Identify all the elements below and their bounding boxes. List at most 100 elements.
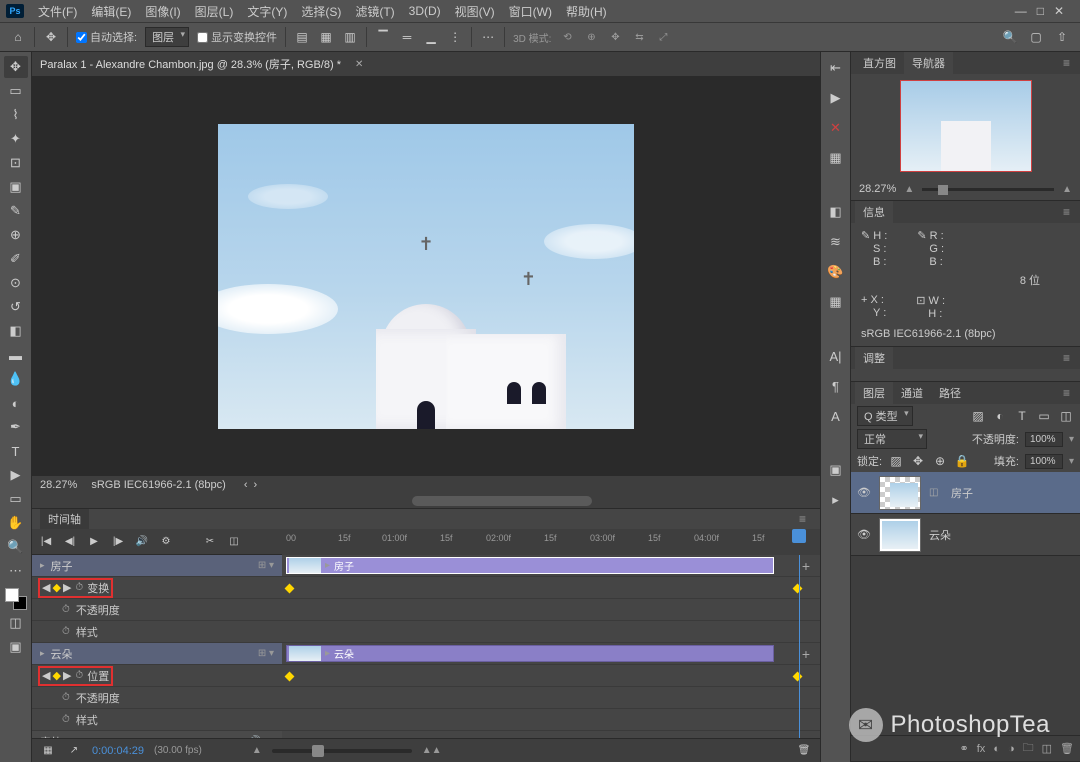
tab-info[interactable]: 信息 [855, 201, 893, 223]
scale-icon[interactable]: ⤢ [655, 29, 671, 45]
close-button[interactable]: ✕ [1054, 4, 1064, 18]
crop-tool[interactable]: ⊡ [4, 152, 28, 174]
audio-icon[interactable]: 🔊 [134, 534, 150, 550]
next-frame-icon[interactable]: |▶ [110, 534, 126, 550]
menu-type[interactable]: 文字(Y) [241, 1, 293, 22]
panel-menu-icon[interactable]: ≡ [1057, 386, 1076, 400]
lock-artboard-icon[interactable]: ⊕ [932, 453, 948, 469]
lock-all-icon[interactable]: 🔒 [954, 453, 970, 469]
tab-histogram[interactable]: 直方图 [855, 52, 904, 74]
timecode[interactable]: 0:00:04:29 [92, 745, 144, 757]
zoom-tool[interactable]: 🔍 [4, 536, 28, 558]
shape-tool[interactable]: ▭ [4, 488, 28, 510]
timeline-menu-icon[interactable]: ≡ [793, 512, 812, 526]
filter-adjust-icon[interactable]: ◐ [992, 408, 1008, 424]
panel-menu-icon[interactable]: ≡ [1057, 56, 1076, 70]
type-tool[interactable]: T [4, 440, 28, 462]
convert-icon[interactable]: ▦ [40, 743, 56, 759]
paragraph-icon[interactable]: ¶ [826, 376, 846, 396]
actions-icon[interactable]: ▸ [826, 490, 846, 510]
blur-tool[interactable]: 💧 [4, 368, 28, 390]
color-swatch[interactable] [5, 588, 27, 610]
marquee-tool[interactable]: ▭ [4, 80, 28, 102]
slide-icon[interactable]: ⇆ [631, 29, 647, 45]
history-brush-tool[interactable]: ↺ [4, 296, 28, 318]
workspace-icon[interactable]: ▢ [1028, 29, 1044, 45]
play-icon[interactable]: ▶ [86, 534, 102, 550]
layer-name[interactable]: 云朵 [929, 527, 951, 543]
playhead[interactable] [792, 529, 806, 543]
adjustments-icon[interactable]: ◧ [826, 202, 846, 222]
auto-select-dropdown[interactable]: 图层 [145, 27, 189, 47]
trash-icon[interactable]: 🗑 [796, 743, 812, 759]
zoom-in-icon[interactable]: ▲▲ [422, 745, 442, 756]
toolbar-more[interactable]: ⋯ [4, 560, 28, 582]
gradient-tool[interactable]: ▬ [4, 344, 28, 366]
menu-help[interactable]: 帮助(H) [560, 1, 613, 22]
lock-position-icon[interactable]: ✥ [910, 453, 926, 469]
h-scrollbar[interactable] [32, 494, 820, 508]
frame-tool[interactable]: ▣ [4, 176, 28, 198]
tab-layers[interactable]: 图层 [855, 382, 893, 404]
clip[interactable]: ▸房子 [286, 557, 774, 574]
tab-close-icon[interactable]: ✕ [355, 59, 363, 70]
align-left-icon[interactable]: ▤ [294, 29, 310, 45]
timeline-prop-opacity[interactable]: ⏱不透明度 [32, 599, 282, 620]
swatches-icon[interactable]: ▦ [826, 292, 846, 312]
path-select-tool[interactable]: ▶ [4, 464, 28, 486]
layer-mask-icon[interactable]: ◫ [929, 487, 943, 498]
minimize-button[interactable]: — [1015, 4, 1027, 18]
visibility-icon[interactable]: 👁 [857, 486, 871, 499]
render-icon[interactable]: ↗ [66, 743, 82, 759]
menu-view[interactable]: 视图(V) [449, 1, 501, 22]
filter-type-icon[interactable]: T [1014, 408, 1030, 424]
timeline-layer[interactable]: ▸云朵⊞ ▾ [32, 643, 282, 664]
nav-zoom-value[interactable]: 28.27% [859, 183, 896, 195]
opacity-input[interactable] [1025, 432, 1063, 447]
timeline-zoom-slider[interactable] [272, 749, 412, 753]
new-layer-icon[interactable]: ◫ [1042, 742, 1052, 755]
menu-filter[interactable]: 滤镜(T) [349, 1, 400, 22]
menu-window[interactable]: 窗口(W) [503, 1, 558, 22]
add-audio-icon[interactable]: + [792, 731, 820, 738]
brush-tool[interactable]: ✐ [4, 248, 28, 270]
quick-select-tool[interactable]: ✦ [4, 128, 28, 150]
align-vcenter-icon[interactable]: ═ [399, 29, 415, 45]
pan-icon[interactable]: ✥ [607, 29, 623, 45]
goto-first-icon[interactable]: |◀ [38, 534, 54, 550]
panel-menu-icon[interactable]: ≡ [1057, 351, 1076, 365]
blend-mode-dropdown[interactable]: 正常 [857, 429, 927, 449]
filter-pixel-icon[interactable]: ▨ [970, 408, 986, 424]
tab-navigator[interactable]: 导航器 [904, 52, 953, 74]
menu-select[interactable]: 选择(S) [295, 1, 347, 22]
share-icon[interactable]: ⇧ [1054, 29, 1070, 45]
properties-icon[interactable]: ▣ [826, 460, 846, 480]
zoom-readout[interactable]: 28.27% [40, 479, 77, 491]
roll-icon[interactable]: ⊕ [583, 29, 599, 45]
pen-tool[interactable]: ✒ [4, 416, 28, 438]
layer-mask-icon[interactable]: ◐ [993, 743, 1000, 755]
menu-image[interactable]: 图像(I) [139, 1, 186, 22]
layer-row[interactable]: 👁 云朵 [851, 514, 1080, 556]
auto-select-checkbox[interactable]: 自动选择: [76, 29, 137, 45]
align-right-icon[interactable]: ▥ [342, 29, 358, 45]
timeline-ruler[interactable]: 00 15f 01:00f 15f 02:00f 15f 03:00f 15f … [282, 529, 820, 555]
add-track-icon[interactable]: + [792, 555, 820, 576]
zoom-out-icon[interactable]: ▲ [252, 745, 262, 756]
menu-3d[interactable]: 3D(D) [403, 2, 447, 20]
hand-tool[interactable]: ✋ [4, 512, 28, 534]
align-bottom-icon[interactable]: ▁ [423, 29, 439, 45]
quickmask-tool[interactable]: ◫ [4, 612, 28, 634]
clone-tool[interactable]: ⊙ [4, 272, 28, 294]
screen-mode-tool[interactable]: ▣ [4, 636, 28, 658]
glyphs-icon[interactable]: A| [826, 346, 846, 366]
prev-frame-icon[interactable]: ◀| [62, 534, 78, 550]
eyedropper-tool[interactable]: ✎ [4, 200, 28, 222]
menu-edit[interactable]: 编辑(E) [85, 1, 137, 22]
layer-row[interactable]: 👁 ◫ 房子 [851, 472, 1080, 514]
canvas-area[interactable]: ✝✝ [32, 76, 820, 476]
timeline-prop-position[interactable]: ◀◆▶⏱位置 [32, 665, 282, 686]
keyframe-track[interactable] [282, 577, 792, 598]
character-icon[interactable]: A [826, 406, 846, 426]
lock-pixels-icon[interactable]: ▨ [888, 453, 904, 469]
